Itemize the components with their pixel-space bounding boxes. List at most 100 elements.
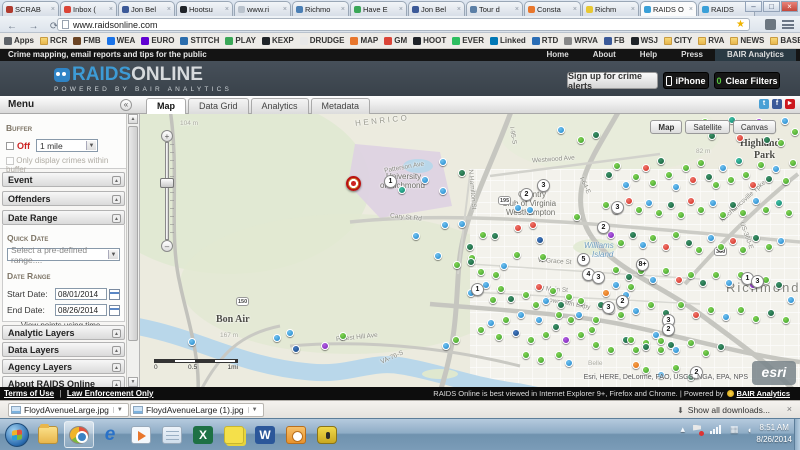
end-date-input[interactable]: 08/26/2014 [55,304,107,316]
crime-marker[interactable] [467,258,475,266]
tab-close-icon[interactable]: × [457,6,461,13]
bookmark-item[interactable]: WEA [107,36,136,45]
scroll-down-icon[interactable]: ▼ [128,377,138,387]
cluster-marker[interactable]: 1 [384,175,397,188]
tab-close-icon[interactable]: × [225,6,229,13]
crime-marker[interactable] [763,136,771,144]
crime-marker[interactable] [782,316,790,324]
crime-marker[interactable] [632,361,640,369]
browser-tab[interactable]: SCRAB× [2,1,59,16]
tab-close-icon[interactable]: × [515,6,519,13]
crime-marker[interactable] [719,164,727,172]
taskbar-ie-icon[interactable]: e [95,421,125,448]
crime-marker[interactable] [565,293,573,301]
crime-marker[interactable] [785,209,793,217]
youtube-icon[interactable]: ► [785,99,795,109]
bookmark-item[interactable]: GM [384,36,407,45]
crime-marker[interactable] [458,220,466,228]
view-tab-analytics[interactable]: Analytics [251,98,309,114]
bookmark-item[interactable]: RCR [40,36,67,45]
crime-marker[interactable] [742,171,750,179]
crime-marker[interactable] [627,283,635,291]
crime-marker[interactable] [441,221,449,229]
crime-marker[interactable] [452,336,460,344]
zoom-handle[interactable] [160,178,174,188]
crime-marker[interactable] [749,181,757,189]
crime-marker[interactable] [188,338,196,346]
browser-tab[interactable]: Jon Bel× [408,1,465,16]
crime-marker[interactable] [767,309,775,317]
crime-marker[interactable] [421,176,429,184]
crime-marker[interactable] [522,351,530,359]
crime-marker[interactable] [602,289,610,297]
crime-marker[interactable] [612,281,620,289]
collapse-icon[interactable]: ▲ [112,214,121,223]
bookmark-item[interactable]: RVA [698,36,724,45]
crime-marker[interactable] [635,206,643,214]
browser-tab[interactable]: www.ri× [234,1,291,16]
crime-marker[interactable] [575,311,583,319]
crime-marker[interactable] [592,341,600,349]
taskbar-clock[interactable]: 8:51 AM 8/26/2014 [756,422,792,446]
crime-marker[interactable] [507,295,515,303]
crime-marker[interactable] [527,336,535,344]
basemap-map-button[interactable]: Map [650,120,682,134]
close-button[interactable]: × [781,1,798,12]
crime-marker[interactable] [787,296,795,304]
crime-marker[interactable] [729,237,737,245]
crime-marker[interactable] [657,157,665,165]
browser-tab[interactable]: Consta× [524,1,581,16]
crime-marker[interactable] [739,246,747,254]
crime-marker[interactable] [512,329,520,337]
crime-marker[interactable] [434,252,442,260]
crime-marker[interactable] [737,306,745,314]
clear-filters-button[interactable]: 0 Clear Filters [714,72,780,89]
crime-marker[interactable] [777,237,785,245]
download-bar-close-icon[interactable]: × [787,404,792,414]
crime-marker[interactable] [649,276,657,284]
crime-marker[interactable] [752,234,760,242]
browser-tab[interactable]: Inbox (× [60,1,117,16]
crime-marker[interactable] [722,313,730,321]
crime-marker[interactable] [495,333,503,341]
crime-marker[interactable] [687,197,695,205]
network-icon[interactable] [710,425,722,434]
tab-close-icon[interactable]: × [51,6,55,13]
crime-marker[interactable] [752,315,760,323]
zoom-out-button[interactable]: – [161,240,173,252]
crime-marker[interactable] [562,336,570,344]
crime-marker[interactable] [607,231,615,239]
crime-marker[interactable] [489,296,497,304]
tab-close-icon[interactable]: × [573,6,577,13]
cluster-marker[interactable]: 3 [602,301,615,314]
show-all-downloads-link[interactable]: ⬇ Show all downloads... [677,405,770,415]
cluster-marker[interactable]: 2 [597,221,610,234]
section-event[interactable]: Event▲ [2,172,125,187]
selected-incident-marker[interactable] [346,176,361,191]
crime-marker[interactable] [588,326,596,334]
buffer-distance-select[interactable]: 1 mile▼ [36,139,98,152]
crime-marker[interactable] [535,283,543,291]
bookmark-item[interactable]: Apps [4,36,34,45]
crime-marker[interactable] [692,311,700,319]
iphone-app-button[interactable]: iPhone [663,72,709,89]
crime-marker[interactable] [592,316,600,324]
crime-marker[interactable] [577,297,585,305]
menu-collapse-button[interactable]: « [120,99,132,111]
calendar-icon[interactable] [109,289,120,300]
crime-marker[interactable] [557,126,565,134]
crime-map[interactable]: 104 mHENRICOUniversityof RichmondCountry… [140,114,800,387]
zoom-slider[interactable]: + – [160,130,175,252]
crime-marker[interactable] [627,336,635,344]
crime-marker[interactable] [535,316,543,324]
crime-marker[interactable] [442,342,450,350]
nav-link[interactable]: Home [534,49,580,61]
bookmark-item[interactable]: WSJ [631,36,658,45]
crime-marker[interactable] [617,311,625,319]
crime-marker[interactable] [757,161,765,169]
download-menu-arrow[interactable]: ▼ [248,407,261,413]
nav-link[interactable]: Help [628,49,669,61]
bookmark-item[interactable]: BASE [770,36,800,45]
crime-marker[interactable] [689,176,697,184]
taskbar-wmp-icon[interactable] [126,421,156,448]
